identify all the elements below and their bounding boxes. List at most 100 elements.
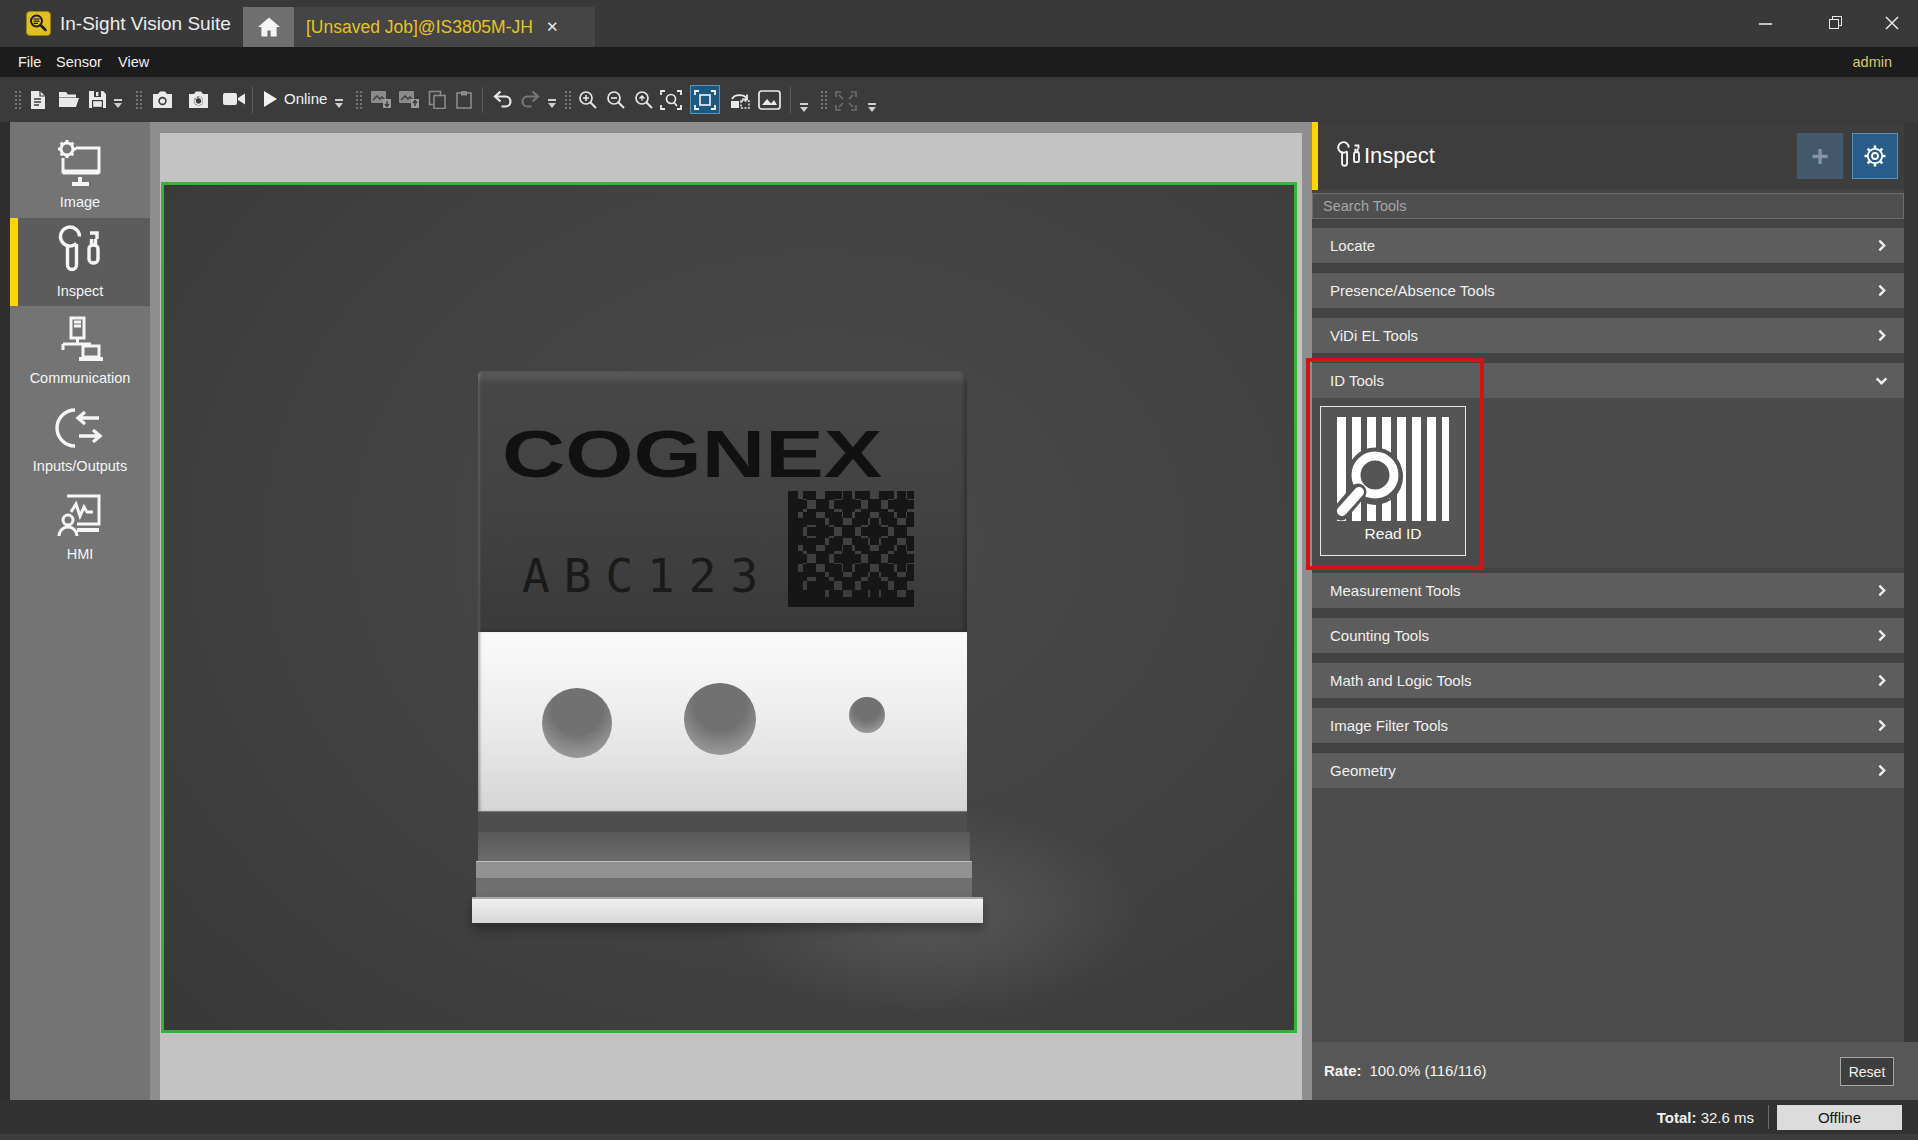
group-vidi-el[interactable]: ViDi EL Tools <box>1312 318 1904 353</box>
inspect-tools-icon <box>53 225 107 279</box>
part-hole <box>684 683 756 755</box>
panel-accent-bar <box>1312 122 1318 190</box>
sidebar-item-label: HMI <box>67 546 94 562</box>
part-step <box>476 878 972 897</box>
undo-icon[interactable] <box>492 90 513 108</box>
part-hole <box>542 688 612 758</box>
fit-to-window-button[interactable] <box>690 85 720 114</box>
toolbar: Online <box>0 77 1918 122</box>
close-button[interactable] <box>1869 4 1915 42</box>
sidebar-item-label: Inspect <box>57 283 104 299</box>
sidebar-item-hmi[interactable]: HMI <box>10 482 150 570</box>
data-matrix-code <box>788 491 914 607</box>
tab-close-icon[interactable]: ✕ <box>546 18 559 36</box>
menu-sensor[interactable]: Sensor <box>56 47 102 77</box>
paste-icon[interactable] <box>455 90 473 109</box>
zoom-in-icon[interactable] <box>578 90 598 110</box>
acquired-image[interactable]: COGNEX ABC123 <box>161 182 1297 1033</box>
left-sidebar: Image Inspect Communication <box>10 122 150 1100</box>
menu-file[interactable]: File <box>18 47 41 77</box>
status-separator <box>1768 1105 1769 1129</box>
group-counting[interactable]: Counting Tools <box>1312 618 1904 653</box>
app-title: In-Sight Vision Suite <box>60 0 231 47</box>
toolbar-grip[interactable] <box>135 90 142 110</box>
settings-button[interactable] <box>1852 133 1898 179</box>
rotate-image-icon[interactable] <box>728 90 751 110</box>
menu-bar: File Sensor View admin <box>0 47 1918 77</box>
online-toggle-label[interactable]: Online <box>284 90 327 107</box>
panel-gutter <box>1904 122 1918 1100</box>
job-tab[interactable]: [Unsaved Job]@IS3805M-JH ✕ <box>294 7 595 47</box>
chevron-right-icon <box>1875 719 1888 732</box>
image-view-area: COGNEX ABC123 <box>150 122 1312 1100</box>
group-geometry[interactable]: Geometry <box>1312 753 1904 788</box>
sidebar-item-image[interactable]: Image <box>10 130 150 218</box>
expand-dropdown-caret[interactable] <box>868 103 877 112</box>
part-step <box>478 832 970 861</box>
part-hole <box>849 697 885 733</box>
group-locate[interactable]: Locate <box>1312 228 1904 263</box>
minimize-button[interactable] <box>1742 4 1788 42</box>
part-step <box>478 811 967 832</box>
group-measurement[interactable]: Measurement Tools <box>1312 573 1904 608</box>
toolbar-grip[interactable] <box>564 90 571 110</box>
sidebar-item-inspect[interactable]: Inspect <box>10 218 150 306</box>
job-tab-label: [Unsaved Job]@IS3805M-JH <box>306 17 533 38</box>
image-monitor-icon <box>53 138 107 190</box>
export-image-icon[interactable] <box>398 90 420 109</box>
panel-header: Inspect + <box>1312 122 1904 190</box>
redo-icon[interactable] <box>520 90 541 108</box>
menu-view[interactable]: View <box>118 47 149 77</box>
inspect-panel: Inspect + Locate Presence/Absence Tools … <box>1312 122 1918 1100</box>
zoom-selection-icon[interactable] <box>660 90 682 110</box>
toolbar-grip[interactable] <box>355 90 362 110</box>
import-image-icon[interactable] <box>370 90 392 109</box>
app-logo-icon <box>26 11 51 36</box>
trigger-camera-icon[interactable] <box>152 90 174 109</box>
sidebar-item-inputs-outputs[interactable]: Inputs/Outputs <box>10 394 150 482</box>
panel-empty-space <box>1312 788 1904 1042</box>
total-time: Total: 32.6 ms <box>1657 1109 1754 1126</box>
rate-band: Rate:100.0% (116/116) Reset <box>1312 1042 1918 1100</box>
play-icon[interactable] <box>262 90 278 108</box>
open-job-icon[interactable] <box>58 90 79 108</box>
zoom-out-icon[interactable] <box>606 90 626 110</box>
rate-value: 100.0% (116/116) <box>1370 1062 1487 1079</box>
home-icon <box>257 16 281 38</box>
undo-dropdown-caret[interactable] <box>548 99 557 108</box>
plus-icon: + <box>1811 141 1829 171</box>
chevron-right-icon <box>1875 239 1888 252</box>
sidebar-item-communication[interactable]: Communication <box>10 306 150 394</box>
add-tool-button[interactable]: + <box>1797 133 1843 179</box>
copy-icon[interactable] <box>428 90 447 109</box>
new-job-icon[interactable] <box>28 90 47 110</box>
save-dropdown-caret[interactable] <box>114 99 123 108</box>
chevron-right-icon <box>1875 584 1888 597</box>
toolbar-grip[interactable] <box>14 90 21 110</box>
rate-text: Rate:100.0% (116/116) <box>1324 1042 1487 1100</box>
part-photo: COGNEX ABC123 <box>164 185 1294 1030</box>
online-dropdown-caret[interactable] <box>335 99 344 108</box>
toolbar-grip[interactable] <box>820 90 827 110</box>
home-tab[interactable] <box>243 7 294 47</box>
expand-view-icon[interactable] <box>834 90 858 112</box>
zoom-fit-icon[interactable] <box>634 90 654 110</box>
live-camera-icon[interactable] <box>188 90 210 109</box>
chevron-right-icon <box>1875 629 1888 642</box>
part-logo-text: COGNEX <box>502 415 971 492</box>
image-display-icon[interactable] <box>758 90 781 110</box>
gear-icon <box>1861 142 1889 170</box>
group-image-filter[interactable]: Image Filter Tools <box>1312 708 1904 743</box>
save-job-icon[interactable] <box>88 90 107 109</box>
communication-icon <box>53 314 107 366</box>
offline-button[interactable]: Offline <box>1777 1105 1902 1130</box>
reset-button[interactable]: Reset <box>1840 1057 1894 1086</box>
group-math-logic[interactable]: Math and Logic Tools <box>1312 663 1904 698</box>
chevron-right-icon <box>1875 284 1888 297</box>
search-tools-input[interactable] <box>1312 193 1904 219</box>
chevron-right-icon <box>1875 674 1888 687</box>
view-dropdown-caret[interactable] <box>800 103 809 112</box>
record-icon[interactable] <box>222 90 246 108</box>
restore-button[interactable] <box>1812 4 1858 42</box>
group-presence-absence[interactable]: Presence/Absence Tools <box>1312 273 1904 308</box>
